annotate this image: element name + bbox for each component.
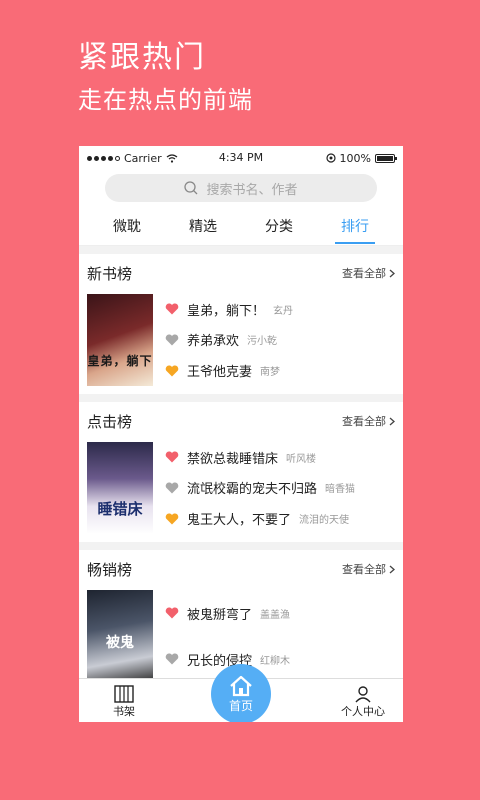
search-icon bbox=[184, 181, 198, 195]
book-item[interactable]: 王爷他克妻 南梦 bbox=[165, 356, 395, 386]
book-author: 盖盖渔 bbox=[260, 609, 291, 621]
nav-profile[interactable]: 个人中心 bbox=[341, 679, 385, 722]
heart-icon bbox=[165, 365, 179, 377]
book-author: 暗香猫 bbox=[325, 484, 356, 496]
book-title: 养弟承欢 bbox=[187, 334, 240, 350]
heart-icon bbox=[165, 482, 179, 494]
book-title: 流氓校霸的宠夫不归路 bbox=[187, 482, 318, 498]
status-bar: Carrier 4:34 PM 100% bbox=[79, 146, 403, 170]
ranking-section-clicks: 点击榜 查看全部 睡错床 禁欲总裁睡错床 听风楼 流氓校霸的宠夫不归路 暗香猫 bbox=[79, 402, 403, 542]
book-title: 皇弟，躺下！ bbox=[187, 303, 266, 319]
battery-icon bbox=[375, 153, 397, 163]
tab-featured[interactable]: 精选 bbox=[183, 210, 223, 246]
cover-title: 皇弟，躺下 bbox=[87, 354, 153, 368]
user-icon bbox=[355, 686, 371, 703]
search-placeholder: 搜索书名、作者 bbox=[206, 182, 298, 198]
tab-categories[interactable]: 分类 bbox=[259, 210, 299, 246]
home-icon bbox=[230, 675, 252, 696]
carrier-label: Carrier bbox=[124, 151, 162, 165]
book-item[interactable]: 鬼王大人，不要了 流泪的天使 bbox=[165, 504, 395, 534]
chevron-right-icon bbox=[389, 417, 395, 425]
nav-bookshelf-label: 书架 bbox=[113, 705, 135, 718]
book-item[interactable]: 养弟承欢 污小乾 bbox=[165, 325, 395, 355]
book-item[interactable]: 兄长的侵控 红柳木 bbox=[165, 644, 395, 674]
book-author: 玄丹 bbox=[273, 305, 294, 317]
nav-home-label: 首页 bbox=[228, 698, 253, 713]
promo-title: 紧跟热门 bbox=[78, 40, 206, 75]
phone-screen: Carrier 4:34 PM 100% 搜索书名、作者 微耽 精选 分类 排行… bbox=[79, 146, 403, 722]
book-author: 南梦 bbox=[260, 367, 281, 379]
chevron-right-icon bbox=[389, 269, 395, 277]
search-input[interactable]: 搜索书名、作者 bbox=[105, 174, 377, 202]
view-all-link[interactable]: 查看全部 bbox=[342, 413, 395, 429]
heart-icon bbox=[165, 303, 179, 315]
view-all-link[interactable]: 查看全部 bbox=[342, 561, 395, 577]
bookshelf-icon bbox=[114, 685, 134, 703]
heart-icon bbox=[165, 513, 179, 525]
cover-title: 睡错床 bbox=[97, 500, 143, 518]
book-author: 污小乾 bbox=[247, 336, 278, 348]
book-cover[interactable]: 睡错床 bbox=[87, 442, 153, 534]
ranking-section-new: 新书榜 查看全部 皇弟，躺下 皇弟，躺下！ 玄丹 养弟承欢 污小乾 王爷他克妻 … bbox=[79, 254, 403, 394]
tab-weidan[interactable]: 微耽 bbox=[107, 210, 147, 246]
view-all-label: 查看全部 bbox=[342, 267, 386, 280]
signal-icon bbox=[87, 155, 120, 161]
book-item[interactable]: 流氓校霸的宠夫不归路 暗香猫 bbox=[165, 473, 395, 503]
wifi-icon bbox=[166, 153, 178, 163]
book-author: 红柳木 bbox=[260, 655, 291, 667]
heart-icon bbox=[165, 451, 179, 463]
heart-icon bbox=[165, 653, 179, 665]
nav-home-button[interactable]: 首页 bbox=[211, 664, 271, 722]
orientation-lock-icon bbox=[325, 153, 336, 163]
book-author: 流泪的天使 bbox=[299, 515, 350, 527]
book-item[interactable]: 皇弟，躺下！ 玄丹 bbox=[165, 294, 395, 324]
nav-bookshelf[interactable]: 书架 bbox=[113, 679, 135, 722]
book-title: 禁欲总裁睡错床 bbox=[187, 451, 279, 467]
section-title: 点击榜 bbox=[87, 412, 133, 431]
section-title: 新书榜 bbox=[87, 264, 133, 283]
nav-profile-label: 个人中心 bbox=[341, 705, 385, 718]
book-title: 被鬼掰弯了 bbox=[187, 607, 253, 623]
promo-subtitle: 走在热点的前端 bbox=[78, 86, 253, 114]
book-title: 王爷他克妻 bbox=[187, 365, 253, 381]
view-all-link[interactable]: 查看全部 bbox=[342, 265, 395, 281]
book-author: 听风楼 bbox=[286, 453, 317, 465]
chevron-right-icon bbox=[389, 565, 395, 573]
section-title: 畅销榜 bbox=[87, 560, 133, 579]
view-all-label: 查看全部 bbox=[342, 415, 386, 428]
book-cover[interactable]: 皇弟，躺下 bbox=[87, 294, 153, 386]
tab-rankings[interactable]: 排行 bbox=[335, 210, 375, 246]
book-cover[interactable]: 被鬼 bbox=[87, 590, 153, 682]
book-item[interactable]: 被鬼掰弯了 盖盖渔 bbox=[165, 598, 395, 628]
battery-percent: 100% bbox=[339, 151, 371, 165]
cover-title: 被鬼 bbox=[106, 635, 134, 651]
heart-icon bbox=[165, 334, 179, 346]
view-all-label: 查看全部 bbox=[342, 563, 386, 576]
book-item[interactable]: 禁欲总裁睡错床 听风楼 bbox=[165, 442, 395, 472]
heart-icon bbox=[165, 607, 179, 619]
category-tabs: 微耽 精选 分类 排行 bbox=[79, 210, 403, 246]
book-title: 鬼王大人，不要了 bbox=[187, 513, 292, 529]
